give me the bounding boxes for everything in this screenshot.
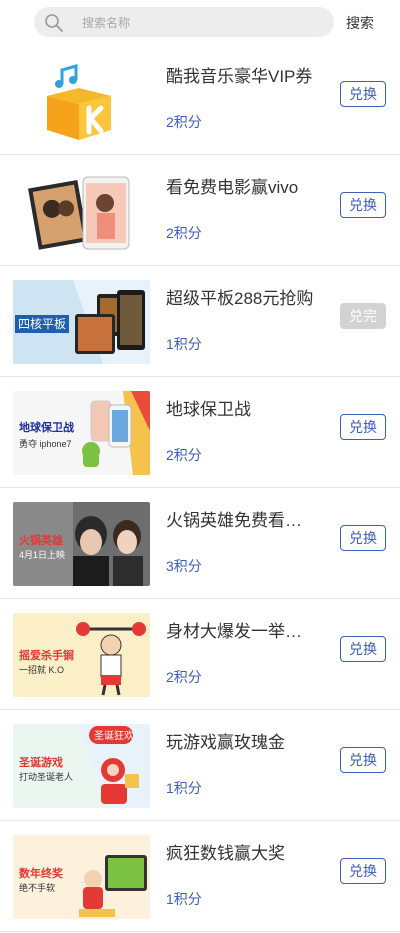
- fitness-banner-image: 摇爱杀手锏 一招就 K.O: [13, 613, 150, 697]
- redeem-button[interactable]: 兑换: [340, 81, 386, 107]
- tablet-banner-image: 四核平板: [13, 280, 150, 364]
- list-item[interactable]: 数年终奖 绝不手软 疯狂数钱赢大奖 1积分 兑换: [0, 821, 400, 932]
- list-item[interactable]: 圣诞狂欢 圣诞游戏 打动圣诞老人 玩游戏赢玫瑰金 1积分 兑换: [0, 710, 400, 821]
- list-item[interactable]: 酷我音乐豪华VIP券 2积分 兑换: [0, 44, 400, 155]
- banner-text: 数年终奖: [19, 866, 64, 880]
- kuwo-logo-image: [13, 58, 150, 142]
- item-points: 2积分: [166, 447, 202, 463]
- sold-out-button: 兑完: [340, 303, 386, 329]
- redeem-button[interactable]: 兑换: [340, 192, 386, 218]
- item-title: 地球保卫战: [166, 400, 251, 419]
- redeem-button[interactable]: 兑换: [340, 636, 386, 662]
- item-title: 疯狂数钱赢大奖: [166, 844, 285, 863]
- list-item[interactable]: 火锅英雄 4月1日上映 火锅英雄免费看… 3积分 兑换: [0, 488, 400, 599]
- game-iphone-banner-image: 地球保卫战 勇夺 iphone7: [13, 391, 150, 475]
- search-input[interactable]: [80, 12, 324, 34]
- redeem-button[interactable]: 兑换: [340, 525, 386, 551]
- list-item[interactable]: 摇爱杀手锏 一招就 K.O 身材大爆发一举… 2积分 兑换: [0, 599, 400, 710]
- search-bar: 搜索: [0, 0, 400, 45]
- item-points: 2积分: [166, 669, 202, 685]
- banner-sub: 一招就 K.O: [19, 664, 64, 675]
- banner-sub: 打动圣诞老人: [19, 771, 73, 782]
- item-title: 玩游戏赢玫瑰金: [166, 733, 285, 752]
- item-points: 1积分: [166, 891, 202, 907]
- item-points: 1积分: [166, 336, 202, 352]
- search-icon: [45, 14, 63, 32]
- movie-phone-image: [13, 169, 150, 253]
- item-points: 3积分: [166, 558, 202, 574]
- redeem-button[interactable]: 兑换: [340, 414, 386, 440]
- exchange-list: 酷我音乐豪华VIP券 2积分 兑换 看免费电影赢vivo 2积分 兑换 四核平板…: [0, 44, 400, 932]
- banner-text: 火锅英雄: [19, 533, 63, 547]
- money-game-banner-image: 数年终奖 绝不手软: [13, 835, 150, 919]
- item-points: 2积分: [166, 114, 202, 130]
- banner-tag: 圣诞狂欢: [94, 729, 134, 742]
- banner-text: 四核平板: [18, 317, 66, 331]
- item-title: 身材大爆发一举…: [166, 622, 302, 641]
- redeem-button[interactable]: 兑换: [340, 747, 386, 773]
- movie-poster-banner-image: 火锅英雄 4月1日上映: [13, 502, 150, 586]
- banner-sub: 勇夺 iphone7: [19, 438, 72, 449]
- search-field[interactable]: [34, 7, 334, 37]
- list-item[interactable]: 看免费电影赢vivo 2积分 兑换: [0, 155, 400, 266]
- banner-text: 圣诞游戏: [18, 755, 63, 769]
- item-points: 1积分: [166, 780, 202, 796]
- banner-sub: 4月1日上映: [19, 549, 65, 560]
- search-button[interactable]: 搜索: [346, 13, 374, 33]
- item-title: 超级平板288元抢购: [166, 289, 314, 308]
- list-item[interactable]: 地球保卫战 勇夺 iphone7 地球保卫战 2积分 兑换: [0, 377, 400, 488]
- item-title: 酷我音乐豪华VIP券: [166, 67, 313, 86]
- item-title: 看免费电影赢vivo: [166, 178, 299, 197]
- item-points: 2积分: [166, 225, 202, 241]
- christmas-game-banner-image: 圣诞狂欢 圣诞游戏 打动圣诞老人: [13, 724, 150, 808]
- banner-sub: 绝不手软: [19, 882, 55, 893]
- banner-text: 摇爱杀手锏: [19, 648, 74, 662]
- redeem-button[interactable]: 兑换: [340, 858, 386, 884]
- list-item[interactable]: 四核平板 超级平板288元抢购 1积分 兑完: [0, 266, 400, 377]
- banner-text: 地球保卫战: [19, 420, 74, 434]
- item-title: 火锅英雄免费看…: [166, 511, 302, 530]
